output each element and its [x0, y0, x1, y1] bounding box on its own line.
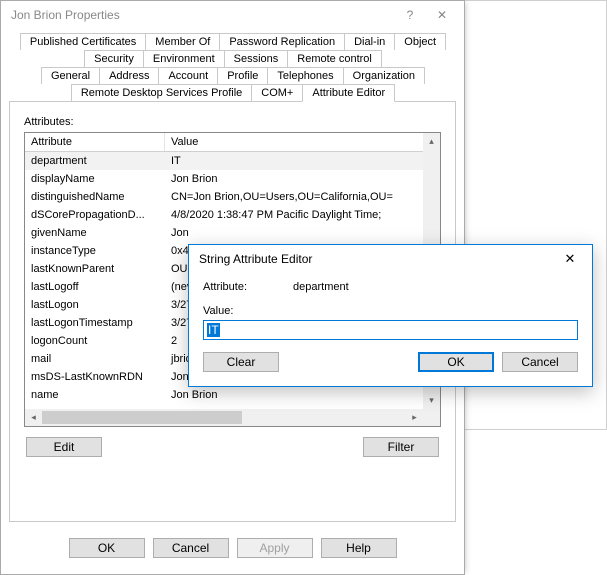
modal-ok-button[interactable]: OK: [418, 352, 494, 372]
cell-value: Jon Brion: [165, 389, 440, 401]
value-input[interactable]: IT: [203, 320, 578, 340]
tab-address[interactable]: Address: [99, 67, 159, 84]
cell-attribute: displayName: [25, 173, 165, 185]
cell-attribute: mail: [25, 353, 165, 365]
tab-general[interactable]: General: [41, 67, 100, 84]
col-attribute[interactable]: Attribute: [25, 133, 165, 151]
value-input-text: IT: [207, 323, 220, 337]
tab-profile[interactable]: Profile: [217, 67, 268, 84]
cell-attribute: name: [25, 389, 165, 401]
tab-environment[interactable]: Environment: [143, 50, 225, 67]
cell-attribute: dSCorePropagationD...: [25, 209, 165, 221]
table-header[interactable]: Attribute Value: [25, 133, 440, 152]
tabs: Published CertificatesMember OfPassword …: [9, 33, 456, 102]
tab-remote-desktop-services-profile[interactable]: Remote Desktop Services Profile: [71, 84, 252, 101]
tab-account[interactable]: Account: [158, 67, 218, 84]
tab-telephones[interactable]: Telephones: [267, 67, 343, 84]
string-attribute-editor-dialog: String Attribute Editor ✕ Attribute: dep…: [188, 244, 593, 387]
table-row[interactable]: distinguishedNameCN=Jon Brion,OU=Users,O…: [25, 188, 440, 206]
horizontal-scrollbar[interactable]: ◂ ▸: [25, 409, 440, 426]
tab-security[interactable]: Security: [84, 50, 144, 67]
cell-attribute: givenName: [25, 227, 165, 239]
cell-attribute: distinguishedName: [25, 191, 165, 203]
tab-remote-control[interactable]: Remote control: [287, 50, 382, 67]
close-icon[interactable]: ✕: [552, 247, 588, 271]
dialog-footer: OK Cancel Apply Help: [1, 530, 464, 570]
tab-password-replication[interactable]: Password Replication: [219, 33, 345, 50]
close-icon[interactable]: ✕: [428, 5, 456, 25]
tab-published-certificates[interactable]: Published Certificates: [20, 33, 146, 50]
help-icon[interactable]: ?: [400, 5, 420, 25]
modal-titlebar[interactable]: String Attribute Editor ✕: [189, 245, 592, 273]
cell-attribute: instanceType: [25, 245, 165, 257]
cell-attribute: lastKnownParent: [25, 263, 165, 275]
cell-value: IT: [165, 155, 440, 167]
titlebar[interactable]: Jon Brion Properties ? ✕: [1, 1, 464, 29]
cell-attribute: lastLogonTimestamp: [25, 317, 165, 329]
tab-dial-in[interactable]: Dial-in: [344, 33, 395, 50]
cell-value: Jon Brion: [165, 173, 440, 185]
cell-value: Jon: [165, 227, 440, 239]
filter-button[interactable]: Filter: [363, 437, 439, 457]
attribute-label: Attribute:: [203, 281, 293, 293]
tab-member-of[interactable]: Member Of: [145, 33, 220, 50]
ok-button[interactable]: OK: [69, 538, 145, 558]
table-row[interactable]: displayNameJon Brion: [25, 170, 440, 188]
table-row[interactable]: departmentIT: [25, 152, 440, 170]
table-row[interactable]: givenNameJon: [25, 224, 440, 242]
window-title: Jon Brion Properties: [11, 8, 120, 22]
clear-button[interactable]: Clear: [203, 352, 279, 372]
edit-button[interactable]: Edit: [26, 437, 102, 457]
scroll-left-icon[interactable]: ◂: [25, 409, 42, 426]
modal-title: String Attribute Editor: [199, 252, 312, 266]
tab-organization[interactable]: Organization: [343, 67, 425, 84]
modal-cancel-button[interactable]: Cancel: [502, 352, 578, 372]
attributes-label: Attributes:: [24, 116, 441, 128]
table-row[interactable]: nameJon Brion: [25, 386, 440, 404]
cell-value: CN=Jon Brion,OU=Users,OU=California,OU=: [165, 191, 440, 203]
cell-attribute: msDS-LastKnownRDN: [25, 371, 165, 383]
scroll-grip: [423, 409, 440, 426]
cell-value: 4/8/2020 1:38:47 PM Pacific Daylight Tim…: [165, 209, 440, 221]
tab-attribute-editor[interactable]: Attribute Editor: [302, 84, 395, 102]
tab-sessions[interactable]: Sessions: [224, 50, 289, 67]
attribute-name: department: [293, 281, 349, 293]
cell-attribute: lastLogon: [25, 299, 165, 311]
scroll-up-icon[interactable]: ▴: [423, 133, 440, 150]
scroll-right-icon[interactable]: ▸: [406, 409, 423, 426]
cell-attribute: department: [25, 155, 165, 167]
apply-button[interactable]: Apply: [237, 538, 313, 558]
tab-com-[interactable]: COM+: [251, 84, 303, 101]
value-label: Value:: [203, 305, 578, 317]
cancel-button[interactable]: Cancel: [153, 538, 229, 558]
cell-attribute: lastLogoff: [25, 281, 165, 293]
table-row[interactable]: dSCorePropagationD...4/8/2020 1:38:47 PM…: [25, 206, 440, 224]
scroll-thumb[interactable]: [42, 411, 242, 424]
help-button[interactable]: Help: [321, 538, 397, 558]
cell-attribute: logonCount: [25, 335, 165, 347]
tab-object[interactable]: Object: [394, 33, 446, 50]
scroll-down-icon[interactable]: ▾: [423, 392, 440, 409]
col-value[interactable]: Value: [165, 133, 440, 151]
